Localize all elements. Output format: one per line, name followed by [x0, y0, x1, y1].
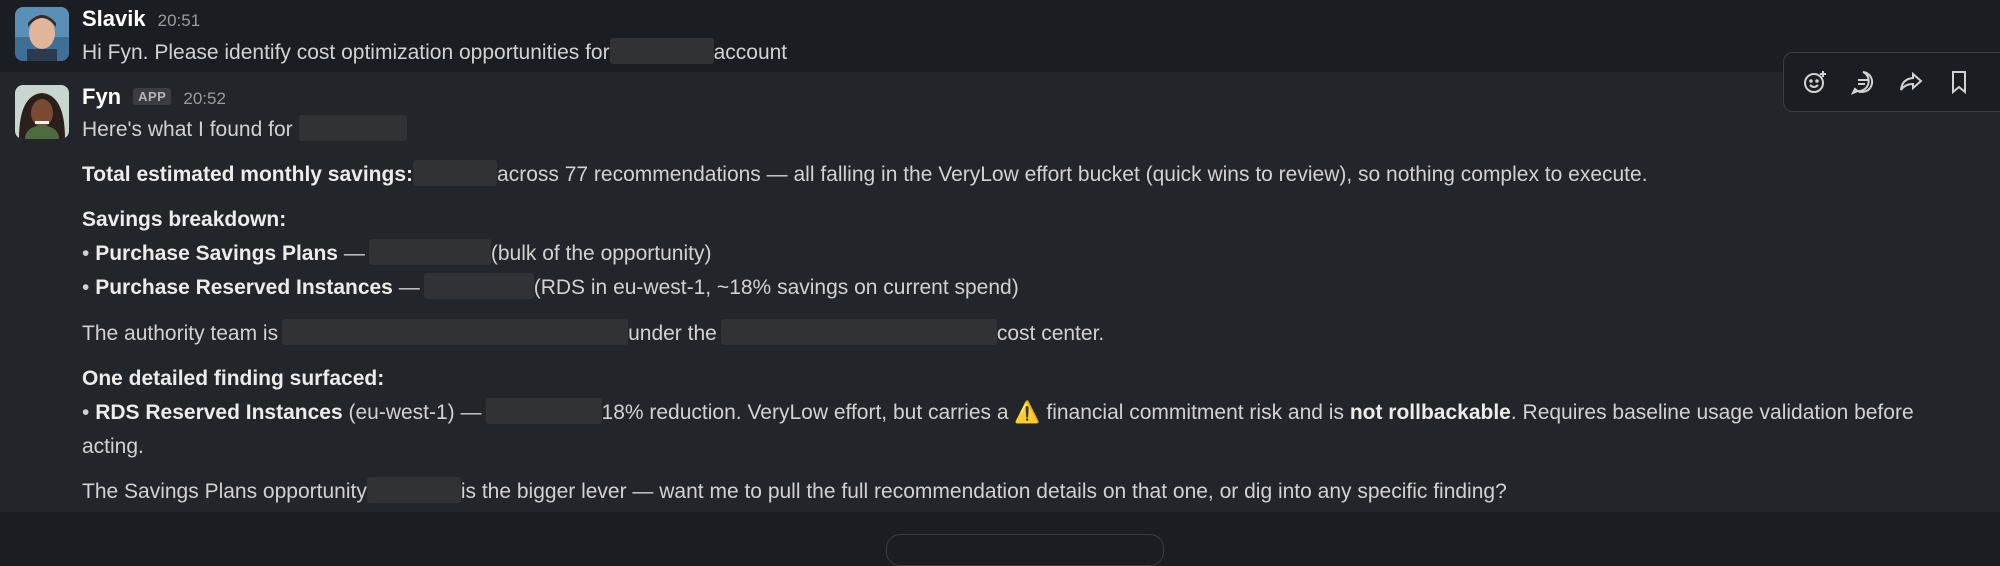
redacted-block [413, 160, 498, 187]
authority-line: The authority team is under the cost cente… [82, 319, 1104, 347]
bullet-reserved-instances: • Purchase Reserved Instances — (RDS in e… [82, 273, 1019, 301]
finding-rds-continued: acting. [82, 435, 144, 458]
closing-line: The Savings Plans opportunity is the bigg… [82, 477, 1507, 505]
redacted-block [282, 319, 629, 346]
finding-heading: One detailed finding surfaced: [82, 367, 385, 390]
timestamp[interactable]: 20:51 [158, 11, 201, 31]
warning-icon: ⚠️ [1014, 401, 1041, 424]
add-reaction-icon[interactable] [1796, 63, 1834, 101]
author-name[interactable]: Slavik [82, 6, 146, 32]
redacted-block [298, 115, 407, 142]
redacted-block [366, 477, 461, 504]
author-name[interactable]: Fyn [82, 84, 121, 110]
redacted-block [485, 398, 602, 425]
avatar-fyn[interactable] [15, 85, 69, 139]
breakdown-heading: Savings breakdown: [82, 208, 287, 231]
reply-in-thread-icon[interactable] [1844, 63, 1882, 101]
message-actions-toolbar [1783, 52, 2000, 112]
intro-line: Here's what I found for [82, 115, 407, 143]
bullet-savings-plans: • Purchase Savings Plans — (bulk of the o… [82, 239, 711, 267]
jump-to-new-messages[interactable] [886, 534, 1164, 566]
message-slavik: Slavik 20:51 Hi Fyn. Please identify cos… [0, 0, 2000, 72]
message-text: Hi Fyn. Please identify cost optimizatio… [82, 38, 787, 66]
timestamp[interactable]: 20:52 [183, 89, 226, 109]
redacted-block [720, 319, 997, 346]
share-icon[interactable] [1892, 63, 1930, 101]
avatar-slavik[interactable] [15, 7, 69, 61]
redacted-block [423, 273, 534, 300]
app-badge: APP [133, 88, 172, 105]
save-bookmark-icon[interactable] [1940, 63, 1978, 101]
redacted-block [368, 239, 491, 266]
message-fyn: Fyn APP 20:52 Here's what I found for To… [0, 72, 2000, 512]
total-savings-line: Total estimated monthly savings: across 7… [82, 160, 1648, 188]
finding-rds: • RDS Reserved Instances (eu-west-1) —18… [82, 398, 1914, 426]
redacted-block [609, 38, 714, 65]
